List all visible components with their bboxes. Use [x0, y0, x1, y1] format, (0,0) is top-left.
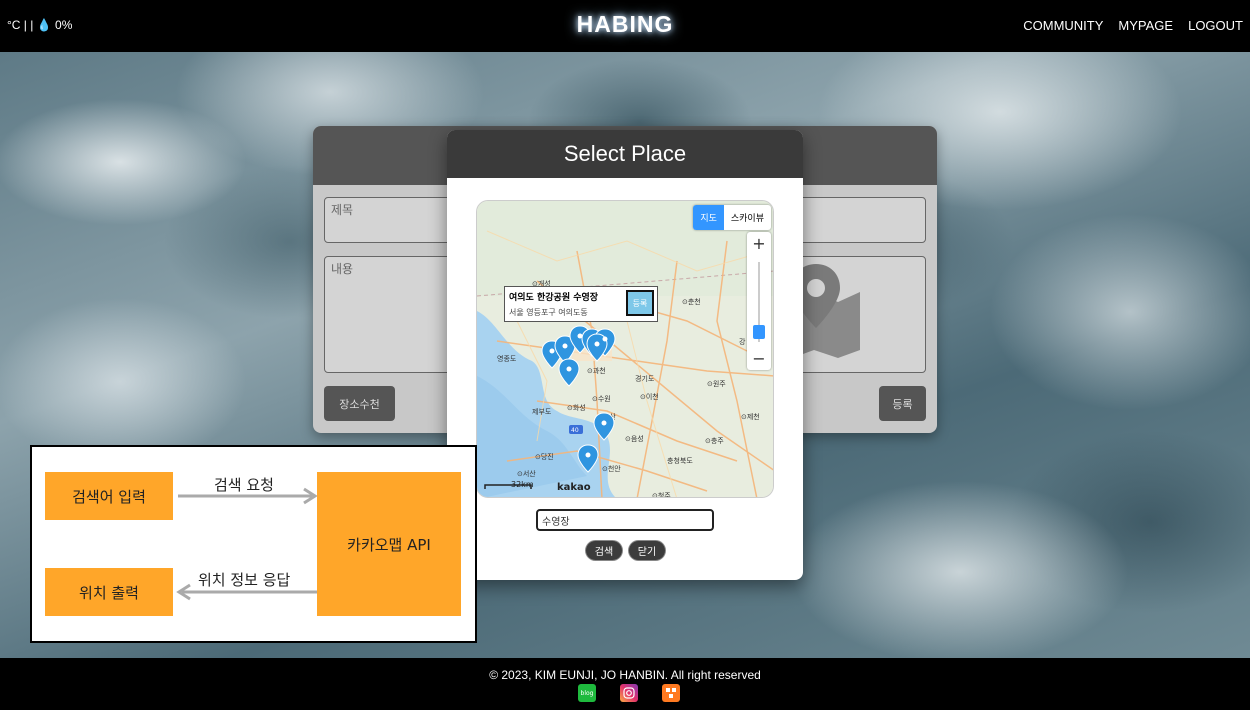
api-flow-diagram: 검색어 입력 위치 출력 카카오맵 API 검색 요청 위치 정보 응답 [30, 445, 477, 643]
svg-text:⊙천안: ⊙천안 [602, 464, 621, 473]
app-icon[interactable] [662, 684, 680, 702]
nav-mypage[interactable]: MYPAGE [1118, 18, 1173, 33]
svg-text:제부도: 제부도 [532, 408, 552, 416]
zoom-in-button[interactable]: + [747, 234, 771, 253]
svg-text:⊙당진: ⊙당진 [535, 452, 554, 461]
request-label: 검색 요청 [214, 476, 274, 494]
svg-text:⊙제천: ⊙제천 [741, 412, 760, 421]
select-place-modal: Select Place ⊙개성 ⊙춘천 ⊙과천 경기도 ⊙원주 ⊙수원 ⊙이천… [447, 130, 803, 580]
location-output-box: 위치 출력 [45, 568, 173, 616]
instagram-icon[interactable] [620, 684, 638, 702]
kakao-logo: kakao [557, 482, 591, 493]
blog-icon-text: blog [580, 689, 594, 697]
svg-text:충청북도: 충청북도 [667, 456, 693, 465]
search-button[interactable]: 검색 [586, 541, 622, 560]
title-placeholder: 제목 [331, 203, 354, 217]
info-register-button[interactable]: 등록 [626, 290, 654, 316]
copyright-text: © 2023, KIM EUNJI, JO HANBIN. All right … [489, 668, 761, 682]
map-type-switch: 지도 스카이뷰 [693, 205, 771, 230]
blog-icon[interactable]: blog [578, 684, 596, 702]
svg-text:영종도: 영종도 [497, 354, 517, 363]
footer: © 2023, KIM EUNJI, JO HANBIN. All right … [0, 658, 1250, 710]
content-placeholder: 내용 [331, 262, 354, 276]
map-tiles: ⊙개성 ⊙춘천 ⊙과천 경기도 ⊙원주 ⊙수원 ⊙이천 ⊙화성 ⊙제천 ⊙아산 … [477, 201, 773, 498]
place-info-window: 여의도 한강공원 수영장 서울 영등포구 여의도동 등록 [504, 286, 658, 322]
svg-text:⊙충주: ⊙충주 [705, 436, 724, 445]
nav-community[interactable]: COMMUNITY [1023, 18, 1103, 33]
zoom-control: + − [747, 232, 771, 370]
svg-text:⊙이천: ⊙이천 [640, 392, 659, 401]
zoom-slider-handle[interactable] [753, 325, 765, 339]
top-bar: °C | | 💧 0% HABING COMMUNITY MYPAGE LOGO… [0, 0, 1250, 52]
svg-text:⊙서산: ⊙서산 [517, 469, 536, 478]
svg-text:⊙원주: ⊙원주 [707, 379, 726, 388]
place-search-input[interactable] [536, 509, 714, 531]
kakao-map[interactable]: ⊙개성 ⊙춘천 ⊙과천 경기도 ⊙원주 ⊙수원 ⊙이천 ⊙화성 ⊙제천 ⊙아산 … [476, 200, 774, 498]
kakao-map-api-box: 카카오맵 API [317, 472, 461, 616]
svg-text:40: 40 [571, 427, 579, 434]
nav-logout[interactable]: LOGOUT [1188, 18, 1243, 33]
response-label: 위치 정보 응답 [198, 571, 291, 589]
svg-text:⊙춘천: ⊙춘천 [682, 297, 701, 306]
svg-text:⊙수원: ⊙수원 [592, 394, 611, 403]
svg-text:⊙과천: ⊙과천 [587, 366, 606, 375]
modal-title: Select Place [447, 130, 803, 178]
map-type-roadmap[interactable]: 지도 [693, 205, 724, 230]
close-button[interactable]: 닫기 [629, 541, 665, 560]
top-nav: COMMUNITY MYPAGE LOGOUT [1023, 18, 1243, 33]
svg-text:경기도: 경기도 [635, 374, 655, 383]
register-button[interactable]: 등록 [879, 386, 926, 421]
svg-text:⊙음성: ⊙음성 [625, 434, 644, 443]
zoom-out-button[interactable]: − [747, 349, 771, 368]
svg-text:⊙청주: ⊙청주 [652, 492, 671, 498]
map-type-skyview[interactable]: 스카이뷰 [724, 205, 771, 230]
place-recommend-button[interactable]: 장소수천 [324, 386, 395, 421]
map-scale: 32km [511, 480, 534, 489]
search-input-box: 검색어 입력 [45, 472, 173, 520]
social-links: blog [578, 684, 680, 702]
svg-text:강: 강 [739, 337, 746, 346]
svg-text:⊙화성: ⊙화성 [567, 403, 586, 412]
